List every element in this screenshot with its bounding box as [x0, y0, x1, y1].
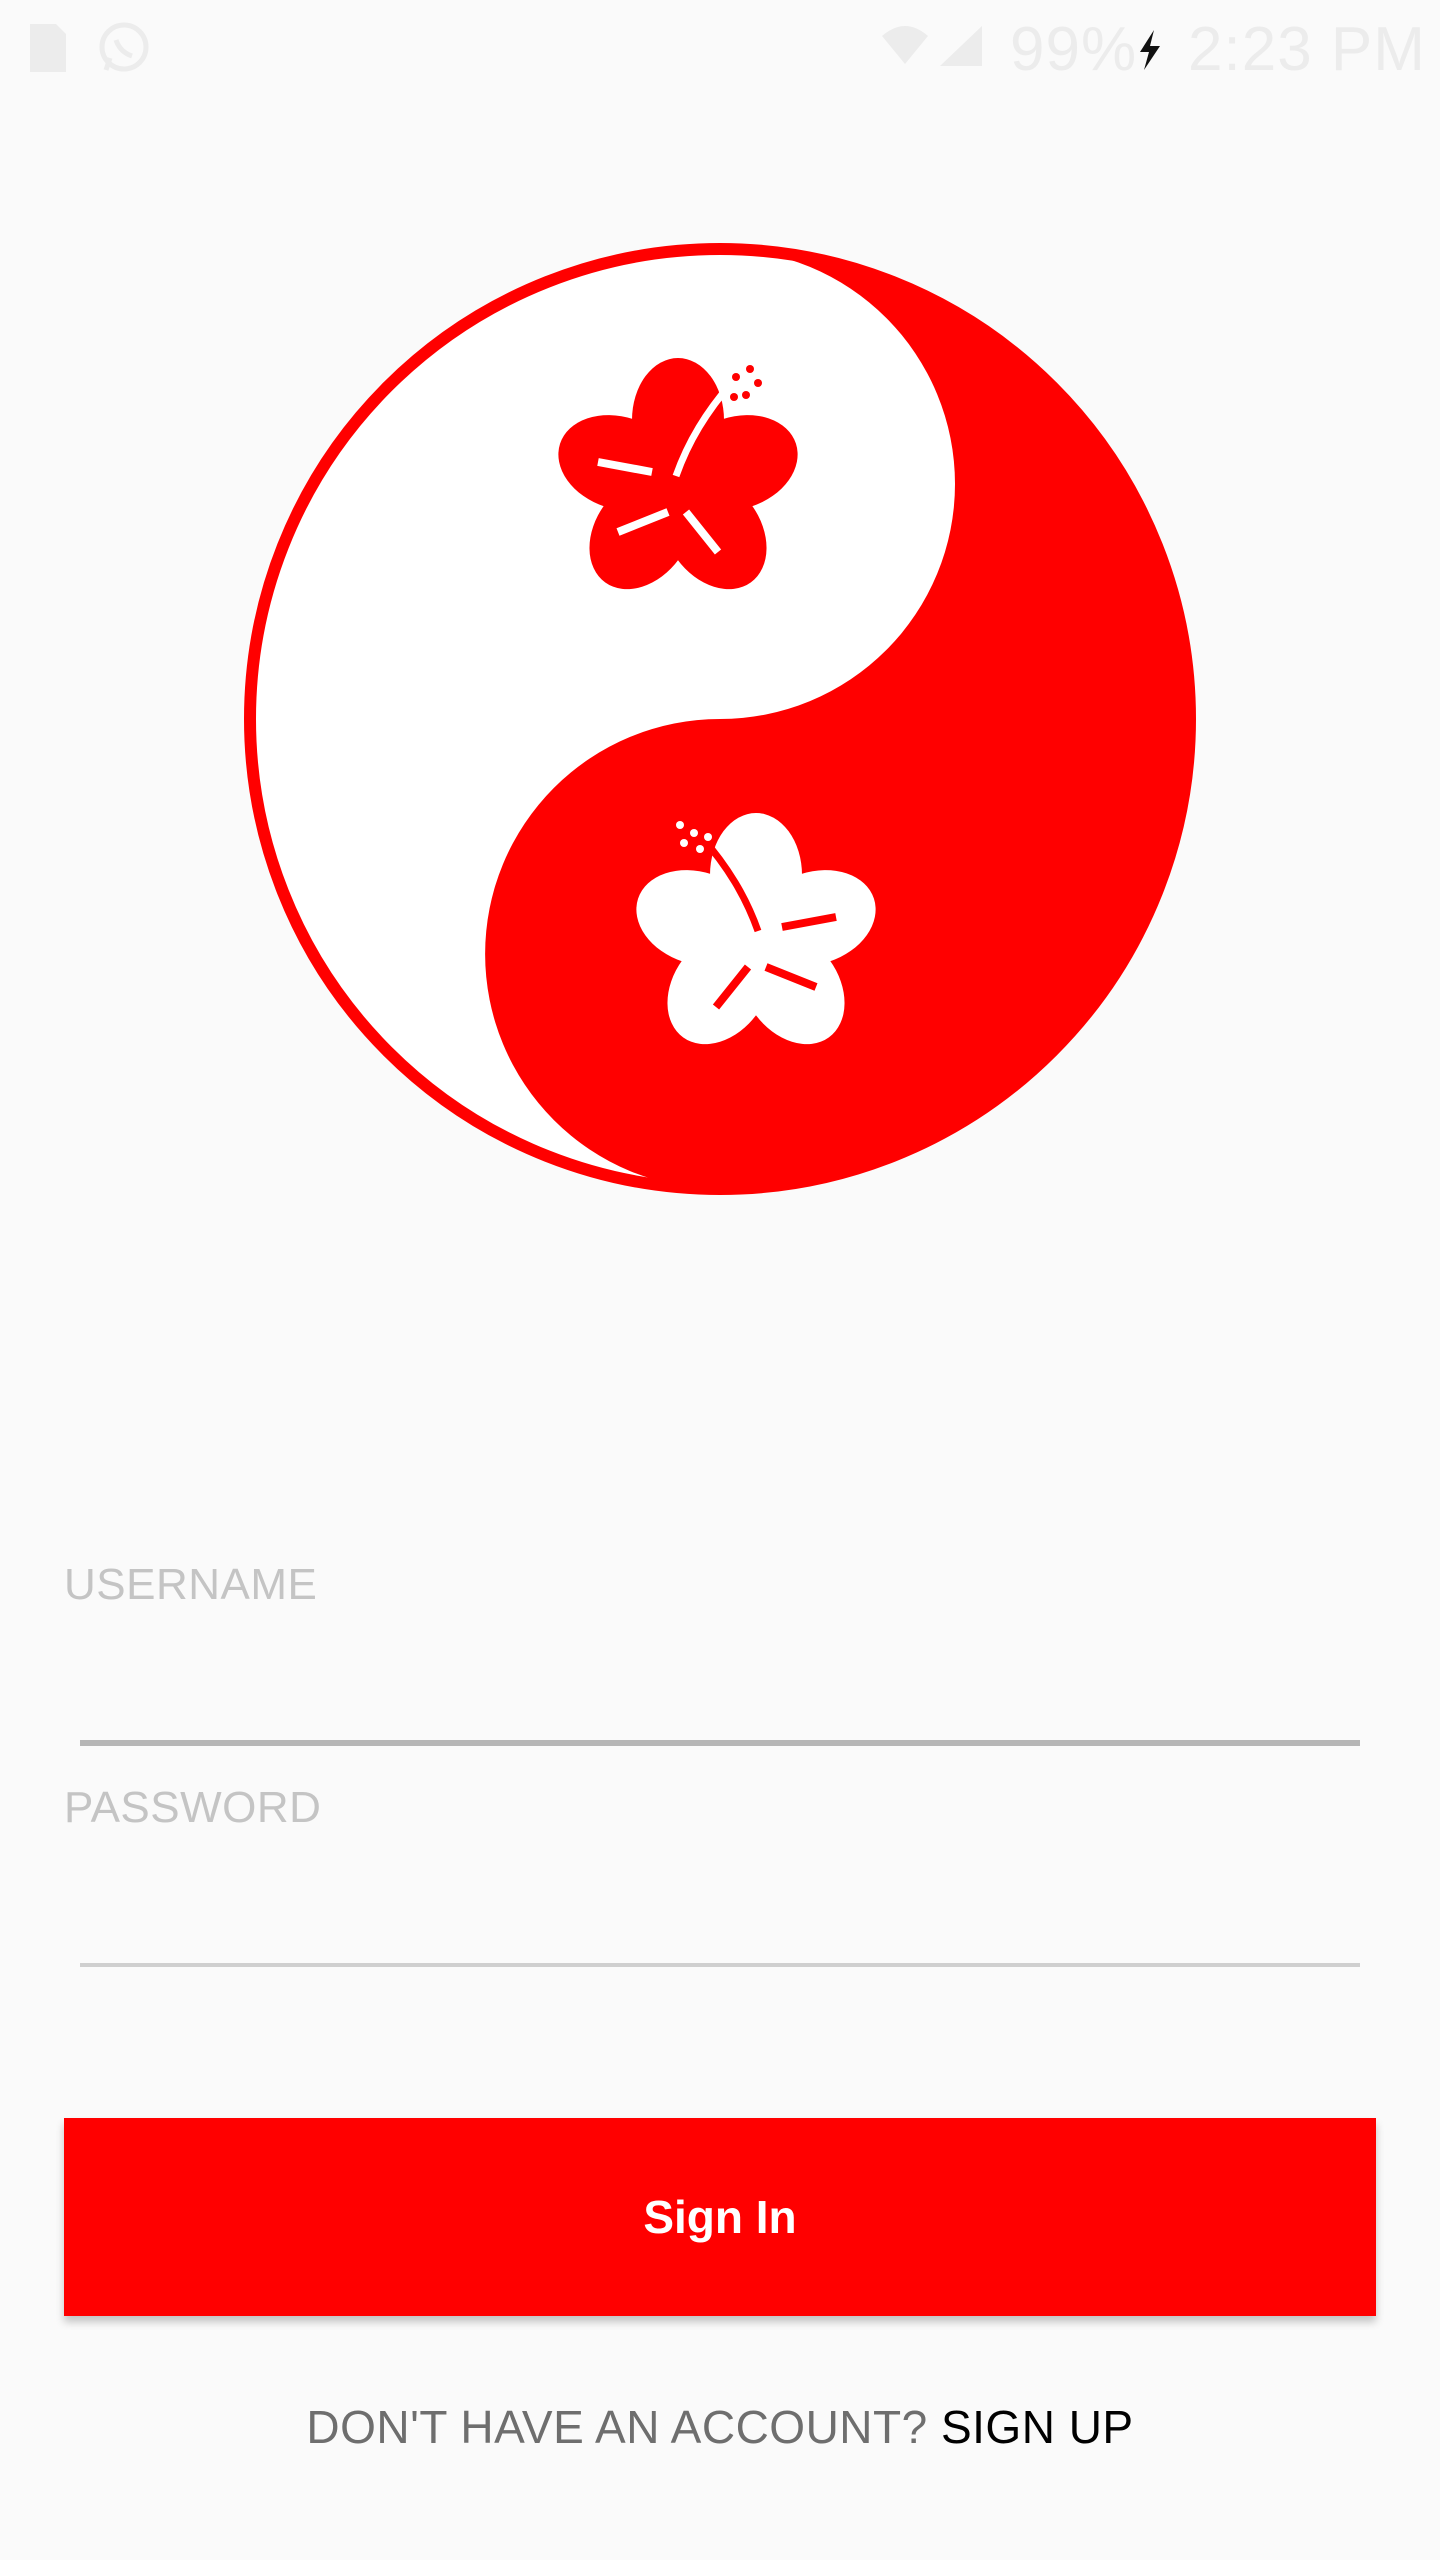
status-bar: 99% 2:23 PM [0, 0, 1440, 96]
password-label: PASSWORD [64, 1783, 322, 1832]
sign-in-button[interactable]: Sign In [64, 2118, 1376, 2316]
charging-bolt-icon [1134, 28, 1164, 77]
sign-up-link[interactable]: SIGN UP [941, 2401, 1134, 2453]
username-input[interactable] [80, 1632, 1364, 1714]
battery-percent: 99% [1010, 15, 1138, 84]
signup-prompt: DON'T HAVE AN ACCOUNT? [306, 2401, 941, 2453]
whatsapp-icon [96, 20, 152, 81]
username-field: USERNAME [64, 1550, 1364, 1750]
signup-row: DON'T HAVE AN ACCOUNT? SIGN UP [0, 2400, 1440, 2454]
sim-card-icon [26, 20, 70, 81]
yin-yang-hibiscus-logo [238, 237, 1202, 1201]
username-underline [80, 1740, 1360, 1746]
username-label: USERNAME [64, 1560, 318, 1609]
clock: 2:23 PM [1188, 15, 1426, 84]
password-underline [80, 1963, 1360, 1967]
wifi-icon [880, 22, 930, 71]
password-field: PASSWORD [64, 1773, 1364, 1973]
signal-icon [938, 24, 984, 73]
password-input[interactable] [80, 1855, 1364, 1937]
